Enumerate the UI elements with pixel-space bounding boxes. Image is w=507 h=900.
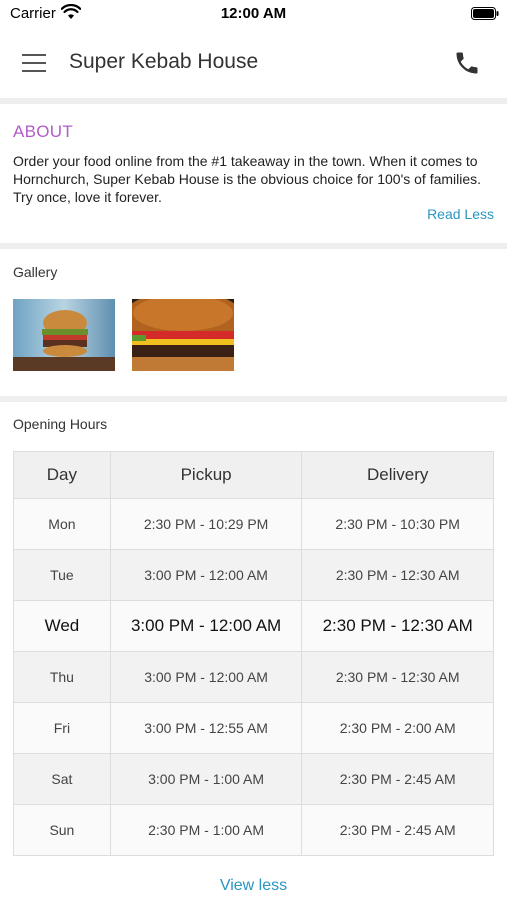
table-header-row: Day Pickup Delivery bbox=[13, 451, 494, 499]
section-divider bbox=[0, 243, 507, 249]
gallery-heading: Gallery bbox=[13, 264, 58, 280]
day-cell: Tue bbox=[13, 549, 111, 601]
about-heading: ABOUT bbox=[13, 122, 74, 141]
view-less-link[interactable]: View less bbox=[0, 877, 507, 895]
section-divider bbox=[0, 98, 507, 104]
battery-icon bbox=[471, 7, 499, 20]
pickup-hours-cell: 2:30 PM - 1:00 AM bbox=[109, 804, 303, 856]
pickup-hours-cell: 3:00 PM - 12:00 AM bbox=[109, 549, 303, 601]
app-header: Super Kebab House bbox=[0, 28, 507, 98]
clock: 12:00 AM bbox=[220, 5, 287, 22]
opening-hours-table: Day Pickup Delivery Mon 2:30 PM - 10:29 … bbox=[13, 451, 494, 856]
column-header-pickup: Pickup bbox=[109, 451, 303, 499]
day-cell: Thu bbox=[13, 651, 111, 703]
table-row: Thu 3:00 PM - 12:00 AM 2:30 PM - 12:30 A… bbox=[13, 651, 494, 703]
cheeseburger-closeup-photo bbox=[132, 299, 234, 371]
gallery-image-cheeseburger[interactable] bbox=[132, 299, 234, 371]
delivery-hours-cell: 2:30 PM - 12:30 AM bbox=[301, 549, 494, 601]
hamburger-menu-icon[interactable] bbox=[22, 52, 48, 74]
pickup-hours-cell: 3:00 PM - 12:00 AM bbox=[109, 600, 303, 652]
about-text: Order your food online from the #1 takea… bbox=[13, 153, 482, 205]
table-row: Sat 3:00 PM - 1:00 AM 2:30 PM - 2:45 AM bbox=[13, 753, 494, 805]
delivery-hours-cell: 2:30 PM - 2:45 AM bbox=[301, 804, 494, 856]
day-cell: Sun bbox=[13, 804, 111, 856]
status-bar: Carrier 12:00 AM bbox=[0, 0, 507, 28]
pickup-hours-cell: 3:00 PM - 12:55 AM bbox=[109, 702, 303, 754]
day-cell: Sat bbox=[13, 753, 111, 805]
read-less-link[interactable]: Read Less bbox=[427, 206, 494, 222]
delivery-hours-cell: 2:30 PM - 2:00 AM bbox=[301, 702, 494, 754]
pickup-hours-cell: 3:00 PM - 1:00 AM bbox=[109, 753, 303, 805]
page-title: Super Kebab House bbox=[69, 50, 259, 73]
table-row: Mon 2:30 PM - 10:29 PM 2:30 PM - 10:30 P… bbox=[13, 498, 494, 550]
opening-hours-heading: Opening Hours bbox=[13, 416, 108, 432]
column-header-day: Day bbox=[13, 451, 111, 499]
delivery-hours-cell: 2:30 PM - 2:45 AM bbox=[301, 753, 494, 805]
burger-photo bbox=[13, 299, 115, 371]
day-cell: Mon bbox=[13, 498, 111, 550]
section-divider bbox=[0, 396, 507, 402]
day-cell: Wed bbox=[13, 600, 111, 652]
delivery-hours-cell: 2:30 PM - 10:30 PM bbox=[301, 498, 494, 550]
gallery-image-burger[interactable] bbox=[13, 299, 115, 371]
day-cell: Fri bbox=[13, 702, 111, 754]
phone-icon[interactable] bbox=[453, 49, 481, 77]
pickup-hours-cell: 3:00 PM - 12:00 AM bbox=[109, 651, 303, 703]
table-row: Fri 3:00 PM - 12:55 AM 2:30 PM - 2:00 AM bbox=[13, 702, 494, 754]
table-row: Tue 3:00 PM - 12:00 AM 2:30 PM - 12:30 A… bbox=[13, 549, 494, 601]
table-row-today: Wed 3:00 PM - 12:00 AM 2:30 PM - 12:30 A… bbox=[13, 600, 494, 652]
delivery-hours-cell: 2:30 PM - 12:30 AM bbox=[301, 600, 494, 652]
pickup-hours-cell: 2:30 PM - 10:29 PM bbox=[109, 498, 303, 550]
column-header-delivery: Delivery bbox=[301, 451, 494, 499]
delivery-hours-cell: 2:30 PM - 12:30 AM bbox=[301, 651, 494, 703]
table-row: Sun 2:30 PM - 1:00 AM 2:30 PM - 2:45 AM bbox=[13, 804, 494, 856]
